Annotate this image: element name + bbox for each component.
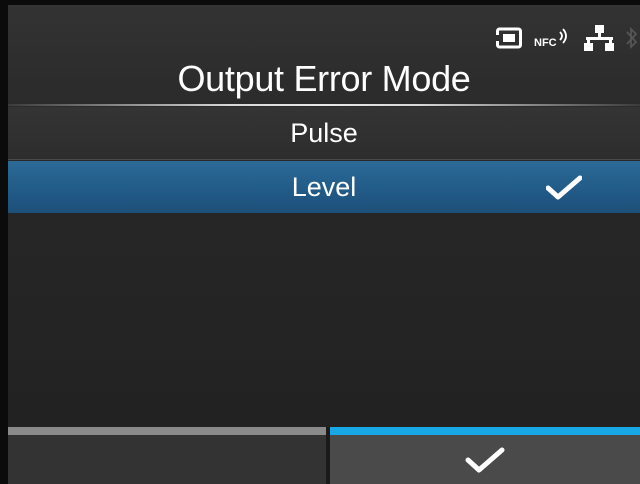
network-icon [584, 25, 614, 51]
option-level-label: Level [291, 171, 357, 202]
selected-checkmark-icon [546, 175, 582, 200]
checkmark-icon [465, 447, 505, 472]
option-pulse-label: Pulse [290, 117, 358, 148]
page-title: Output Error Mode [177, 58, 471, 99]
printer-screen: NFC Output Error Mode Pulse Level [0, 0, 640, 484]
back-button[interactable] [8, 427, 326, 484]
confirm-button[interactable] [330, 427, 640, 484]
bluetooth-icon [626, 26, 638, 50]
option-pulse[interactable]: Pulse [8, 107, 640, 160]
title-divider [8, 104, 640, 106]
option-level[interactable]: Level [8, 161, 640, 213]
status-bar: NFC [496, 25, 638, 51]
sd-card-icon [496, 27, 522, 49]
nfc-icon: NFC [534, 28, 567, 49]
nfc-label: NFC [534, 37, 557, 49]
settings-panel: NFC Output Error Mode Pulse Level [8, 5, 640, 484]
